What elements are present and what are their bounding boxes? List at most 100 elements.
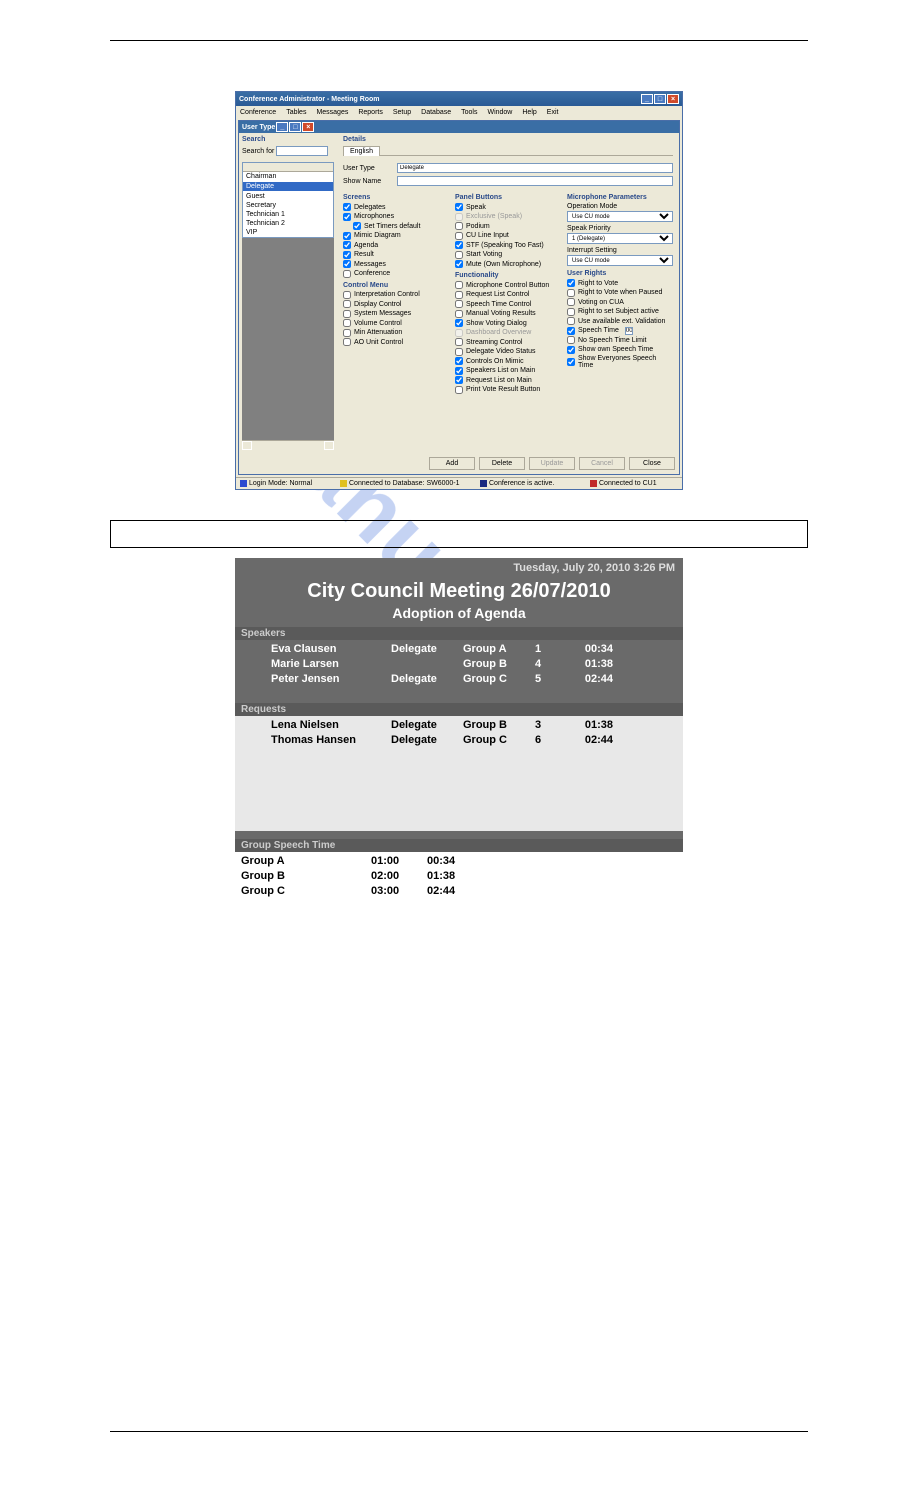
func-checkbox[interactable]: [455, 376, 463, 384]
horizontal-scrollbar[interactable]: [242, 440, 334, 450]
func-checkbox[interactable]: [455, 348, 463, 356]
list-item[interactable]: Technician 1: [243, 210, 333, 219]
close-icon[interactable]: ×: [667, 94, 679, 104]
list-item[interactable]: Guest: [243, 192, 333, 201]
display-screen: Tuesday, July 20, 2010 3:26 PM City Coun…: [235, 558, 683, 901]
menu-tools[interactable]: Tools: [461, 109, 477, 116]
panel-label: Start Voting: [466, 251, 502, 258]
func-checkbox[interactable]: [455, 291, 463, 299]
func-row: Show Voting Dialog: [455, 319, 561, 327]
menu-window[interactable]: Window: [487, 109, 512, 116]
menu-database[interactable]: Database: [421, 109, 451, 116]
speakers-list: Eva ClausenDelegateGroup A100:34Marie La…: [235, 640, 683, 689]
control-checkbox[interactable]: [343, 338, 351, 346]
func-checkbox[interactable]: [455, 386, 463, 394]
list-item[interactable]: Technician 2: [243, 219, 333, 228]
rights-checkbox[interactable]: [567, 336, 575, 344]
func-row: Manual Voting Results: [455, 310, 561, 318]
screens-checkbox[interactable]: [343, 241, 351, 249]
screens-checkbox[interactable]: [343, 213, 351, 221]
menu-conference[interactable]: Conference: [240, 109, 276, 116]
panel-checkbox[interactable]: [455, 232, 463, 240]
show-name-field[interactable]: [397, 176, 673, 186]
panel-checkbox[interactable]: [455, 203, 463, 211]
panel-checkbox[interactable]: [455, 241, 463, 249]
rights-label: Right to Vote: [578, 280, 618, 287]
details-header: Details: [343, 136, 673, 143]
screens-checkbox[interactable]: [343, 232, 351, 240]
list-item[interactable]: Secretary: [243, 201, 333, 210]
func-header: Functionality: [455, 272, 561, 279]
rights-time-input[interactable]: [625, 327, 633, 335]
screens-checkbox[interactable]: [343, 203, 351, 211]
screens-checkbox[interactable]: [353, 222, 361, 230]
menu-help[interactable]: Help: [522, 109, 536, 116]
func-checkbox[interactable]: [455, 310, 463, 318]
tab-english[interactable]: English: [343, 146, 380, 156]
screens-row: Microphones: [343, 213, 449, 221]
control-checkbox[interactable]: [343, 310, 351, 318]
func-checkbox[interactable]: [455, 338, 463, 346]
status-db: Connected to Database: SW6000-1: [349, 480, 460, 487]
rights-checkbox[interactable]: [567, 289, 575, 297]
rights-checkbox[interactable]: [567, 327, 575, 335]
func-checkbox[interactable]: [455, 300, 463, 308]
menu-reports[interactable]: Reports: [358, 109, 383, 116]
panel-row: Start Voting: [455, 251, 561, 259]
status-login: Login Mode: Normal: [249, 480, 312, 487]
menu-tables[interactable]: Tables: [286, 109, 306, 116]
maximize-icon[interactable]: □: [654, 94, 666, 104]
scroll-right-icon[interactable]: [324, 441, 334, 450]
screens-checkbox[interactable]: [343, 260, 351, 268]
login-icon: [240, 480, 247, 487]
rights-checkbox[interactable]: [567, 308, 575, 316]
subwindow: User Type _ □ × Search Search for Chairm…: [238, 120, 680, 475]
control-checkbox[interactable]: [343, 319, 351, 327]
screens-checkbox[interactable]: [343, 251, 351, 259]
speak-priority-select[interactable]: 1 (Delegate): [567, 233, 673, 244]
panel-checkbox[interactable]: [455, 213, 463, 221]
minimize-icon[interactable]: _: [641, 94, 653, 104]
update-button[interactable]: Update: [529, 457, 575, 470]
panel-checkbox[interactable]: [455, 222, 463, 230]
user-type-field[interactable]: [397, 163, 673, 173]
screens-checkbox[interactable]: [343, 270, 351, 278]
control-checkbox[interactable]: [343, 291, 351, 299]
sub-minimize-icon[interactable]: _: [276, 122, 288, 132]
button-row: Add Delete Update Cancel Close: [239, 453, 679, 474]
control-header: Control Menu: [343, 282, 449, 289]
panel-checkbox[interactable]: [455, 260, 463, 268]
control-row: Volume Control: [343, 319, 449, 327]
rights-checkbox[interactable]: [567, 298, 575, 306]
list-item[interactable]: Delegate: [243, 182, 333, 191]
interrupt-select[interactable]: Use CU mode: [567, 255, 673, 266]
control-checkbox[interactable]: [343, 300, 351, 308]
func-checkbox[interactable]: [455, 367, 463, 375]
rights-checkbox[interactable]: [567, 317, 575, 325]
cancel-button[interactable]: Cancel: [579, 457, 625, 470]
user-type-list[interactable]: ChairmanDelegateGuestSecretaryTechnician…: [242, 162, 334, 238]
scroll-left-icon[interactable]: [242, 441, 252, 450]
op-mode-select[interactable]: Use CU mode: [567, 211, 673, 222]
delete-button[interactable]: Delete: [479, 457, 525, 470]
rights-checkbox[interactable]: [567, 358, 575, 366]
func-checkbox[interactable]: [455, 329, 463, 337]
rights-row: Show Everyones Speech Time: [567, 355, 673, 369]
sub-close-icon[interactable]: ×: [302, 122, 314, 132]
func-checkbox[interactable]: [455, 319, 463, 327]
func-checkbox[interactable]: [455, 281, 463, 289]
menu-messages[interactable]: Messages: [316, 109, 348, 116]
rights-checkbox[interactable]: [567, 279, 575, 287]
menu-exit[interactable]: Exit: [547, 109, 559, 116]
control-checkbox[interactable]: [343, 329, 351, 337]
panel-checkbox[interactable]: [455, 251, 463, 259]
list-item[interactable]: VIP: [243, 228, 333, 237]
rights-checkbox[interactable]: [567, 346, 575, 354]
add-button[interactable]: Add: [429, 457, 475, 470]
close-button[interactable]: Close: [629, 457, 675, 470]
sub-maximize-icon[interactable]: □: [289, 122, 301, 132]
func-checkbox[interactable]: [455, 357, 463, 365]
search-input[interactable]: [276, 146, 328, 156]
list-item[interactable]: Chairman: [243, 172, 333, 181]
menu-setup[interactable]: Setup: [393, 109, 411, 116]
